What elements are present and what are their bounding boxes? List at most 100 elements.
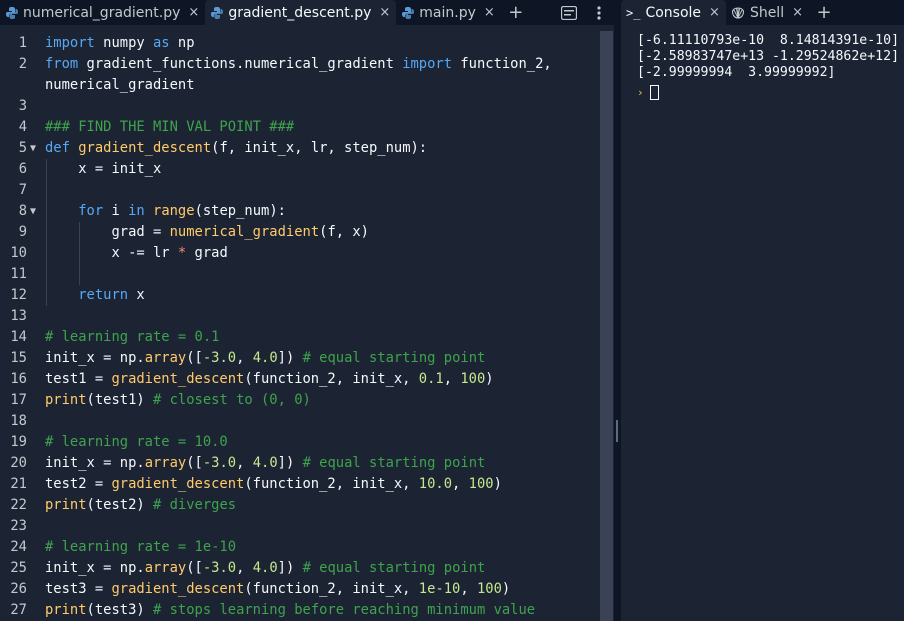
line-number: 14 [10, 329, 27, 345]
code-line[interactable]: 26 test3 = gradient_descent(function_2, i… [0, 579, 600, 600]
code-text: # learning rate = 1e-10 [45, 539, 237, 555]
code-text: # learning rate = 10.0 [45, 434, 228, 450]
shell-icon [731, 6, 744, 19]
code-line[interactable]: 23 [0, 516, 600, 537]
fold-toggle-icon[interactable]: ▼ [30, 201, 42, 222]
code-text: init_x = np.array([-3.0, 4.0]) # equal s… [45, 350, 486, 366]
close-icon[interactable]: × [709, 5, 720, 20]
terminal-prompt-icon: >_ [626, 5, 641, 20]
tab-label: main.py [419, 4, 476, 21]
code-line[interactable]: 11 [0, 264, 600, 285]
editor-tab-bar: numerical_gradient.py × gradient_descent… [0, 0, 614, 25]
code-line[interactable]: 18 [0, 411, 600, 432]
line-number: 12 [10, 287, 27, 303]
code-line[interactable]: 2 from gradient_functions.numerical_gradi… [0, 54, 600, 75]
code-line[interactable]: 14 # learning rate = 0.1 [0, 327, 600, 348]
tab-label: Shell [749, 4, 785, 21]
line-number: 5 [18, 140, 27, 156]
line-number: 22 [10, 497, 27, 513]
text-cursor [649, 84, 659, 100]
close-icon[interactable]: × [188, 5, 199, 20]
code-line[interactable]: 4 ### FIND THE MIN VAL POINT ### [0, 117, 600, 138]
line-number: 7 [18, 182, 27, 198]
kebab-menu-icon [597, 5, 601, 20]
code-text: print(test1) # closest to (0, 0) [45, 392, 311, 408]
console-output[interactable]: [-6.11110793e-10 8.14814391e-10] [-2.589… [637, 33, 899, 101]
code-line[interactable]: 19 # learning rate = 10.0 [0, 432, 600, 453]
code-line[interactable]: 1 import numpy as np [0, 33, 600, 54]
tab-console[interactable]: >_ Console × [621, 0, 726, 25]
code-area[interactable]: 1 import numpy as np 2 from gradient_functi… [0, 33, 600, 621]
code-line[interactable]: 16 test1 = gradient_descent(function_2, i… [0, 369, 600, 390]
code-text: print(test3) # stops learning before rea… [45, 602, 536, 618]
code-line[interactable]: 10 x -= lr * grad [0, 243, 600, 264]
console-tab-bar: >_ Console × Shell × + [621, 0, 904, 25]
code-text: numerical_gradient [45, 77, 195, 93]
code-line[interactable]: 12 return x [0, 285, 600, 306]
code-line[interactable]: 17 print(test1) # closest to (0, 0) [0, 390, 600, 411]
add-tab-button[interactable]: + [809, 0, 839, 25]
line-number: 15 [10, 350, 27, 366]
code-line[interactable]: 6 x = init_x [0, 159, 600, 180]
line-number: 4 [18, 119, 27, 135]
code-line[interactable]: 24 # learning rate = 1e-10 [0, 537, 600, 558]
line-number: 6 [18, 161, 27, 177]
code-line[interactable]: 13 [0, 306, 600, 327]
code-text: x = init_x [45, 161, 162, 177]
code-line[interactable]: 8 ▼ for i in range(step_num): [0, 201, 600, 222]
line-number: 1 [18, 35, 27, 51]
code-text: grad = numerical_gradient(f, x) [45, 224, 369, 240]
tab-gradient-descent[interactable]: gradient_descent.py × [205, 0, 397, 25]
code-line[interactable]: 3 [0, 96, 600, 117]
tab-numerical-gradient[interactable]: numerical_gradient.py × [0, 0, 205, 25]
code-text: print(test2) # diverges [45, 497, 237, 513]
indent-guide [79, 264, 80, 285]
code-text: test2 = gradient_descent(function_2, ini… [45, 476, 502, 492]
code-text: import numpy as np [45, 35, 195, 51]
list-icon [561, 5, 577, 20]
code-line[interactable]: 20 init_x = np.array([-3.0, 4.0]) # equal… [0, 453, 600, 474]
close-icon[interactable]: × [484, 5, 495, 20]
line-number: 21 [10, 476, 27, 492]
console-prompt[interactable]: › [637, 83, 899, 101]
line-number: 11 [10, 266, 27, 282]
line-number: 24 [10, 539, 27, 555]
add-tab-button[interactable]: + [501, 0, 531, 25]
fold-toggle-icon[interactable]: ▼ [30, 138, 42, 159]
code-text: x -= lr * grad [45, 245, 228, 261]
code-line[interactable]: 9 grad = numerical_gradient(f, x) [0, 222, 600, 243]
tab-list-button[interactable] [554, 0, 584, 25]
tab-main[interactable]: main.py × [396, 0, 501, 25]
line-number: 2 [18, 56, 27, 72]
python-file-icon [402, 6, 415, 19]
editor-scrollbar[interactable] [600, 31, 613, 621]
code-text: init_x = np.array([-3.0, 4.0]) # equal s… [45, 455, 486, 471]
code-line[interactable]: 15 init_x = np.array([-3.0, 4.0]) # equal… [0, 348, 600, 369]
divider-drag-handle[interactable] [616, 420, 618, 442]
tab-shell[interactable]: Shell × [726, 0, 809, 25]
code-text: ### FIND THE MIN VAL POINT ### [45, 119, 295, 135]
code-line[interactable]: 7 [0, 180, 600, 201]
code-text: init_x = np.array([-3.0, 4.0]) # equal s… [45, 560, 486, 576]
line-number: 27 [10, 602, 27, 618]
line-number: 13 [10, 308, 27, 324]
code-line[interactable]: 27 print(test3) # stops learning before r… [0, 600, 600, 621]
close-icon[interactable]: × [792, 5, 803, 20]
code-line[interactable]: 22 print(test2) # diverges [0, 495, 600, 516]
tab-label: numerical_gradient.py [23, 4, 181, 21]
code-line[interactable]: 25 init_x = np.array([-3.0, 4.0]) # equal… [0, 558, 600, 579]
code-line[interactable]: numerical_gradient [0, 75, 600, 96]
more-options-button[interactable] [584, 0, 614, 25]
line-number: 18 [10, 413, 27, 429]
tab-label: Console [645, 4, 702, 21]
line-number: 8 [18, 203, 27, 219]
code-line[interactable]: 5 ▼ def gradient_descent(f, init_x, lr, st… [0, 138, 600, 159]
pane-divider[interactable] [614, 0, 621, 621]
line-number: 20 [10, 455, 27, 471]
console-output-line: [-2.99999994 3.99999992] [637, 65, 836, 80]
code-text: def gradient_descent(f, init_x, lr, step… [45, 140, 428, 156]
python-file-icon [6, 6, 18, 19]
close-icon[interactable]: × [379, 5, 390, 20]
code-line[interactable]: 21 test2 = gradient_descent(function_2, i… [0, 474, 600, 495]
line-number: 9 [18, 224, 27, 240]
